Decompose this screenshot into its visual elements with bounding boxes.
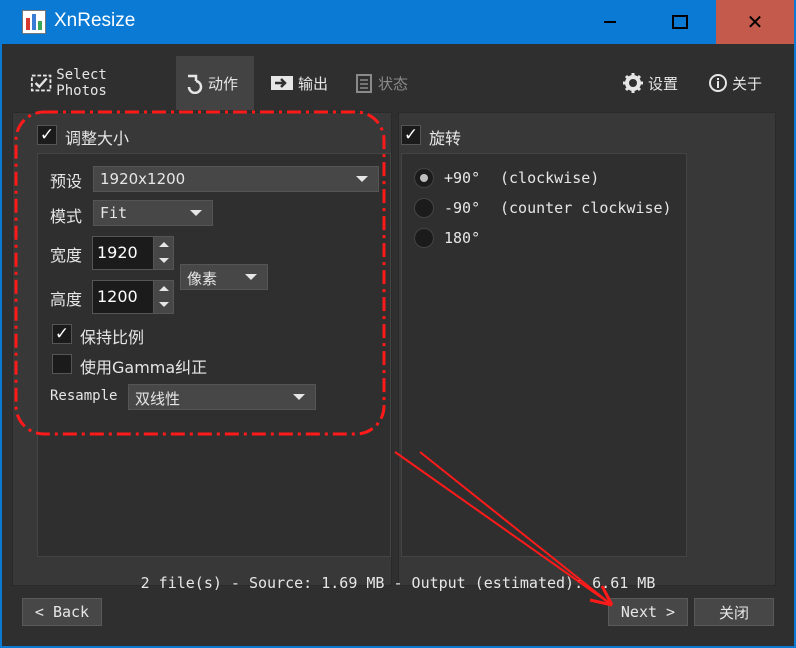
keep-ratio-checkbox[interactable] [52,324,72,344]
maximize-button[interactable] [645,0,715,44]
resize-header: 调整大小 [65,129,130,148]
tab-select-photos[interactable]: Select Photos [24,56,164,110]
settings-label: 设置 [648,74,679,93]
tab-action-label: 动作 [208,74,239,93]
status-summary: 2 file(s) - Source: 1.69 MB - Output (es… [140,574,656,592]
resample-value: 双线性 [135,390,181,408]
resize-panel: 调整大小 预设 1920x1200 模式 Fit 宽度 1920 [12,112,392,586]
preset-dropdown[interactable]: 1920x1200 [93,166,379,192]
chevron-down-icon [245,274,257,280]
width-value: 1920 [97,243,138,262]
rotate-180-angle: 180° [444,229,481,247]
about-label: 关于 [732,74,763,93]
height-decrement-button[interactable] [153,297,173,313]
width-increment-button[interactable] [153,237,173,253]
mode-label: 模式 [50,207,83,226]
tab-output-label: 输出 [298,74,329,93]
rotate-panel: 旋转 +90° (clockwise) -90° (counter clockw… [398,112,776,586]
tab-status-label: 状态 [378,74,409,93]
status-clipboard-icon [356,74,372,93]
chevron-down-icon [356,176,368,182]
tab-select-photos-label: Select Photos [56,67,107,99]
unit-dropdown[interactable]: 像素 [180,264,268,290]
close-window-button[interactable]: ✕ [716,0,794,44]
tab-status[interactable]: 状态 [348,56,420,110]
image-select-icon [30,74,52,92]
gamma-checkbox[interactable] [52,354,72,374]
width-stepper[interactable]: 1920 [92,236,174,270]
resize-options-box: 预设 1920x1200 模式 Fit 宽度 1920 像素 高度 1200 ✓… [37,153,391,557]
rotate-action-icon [187,74,203,94]
app-window: XnResize ✕ Select Photos 动作 输出 状态 设置 关于 … [0,0,796,648]
gear-icon [623,73,643,93]
height-value: 1200 [97,287,138,306]
xnresize-app-icon [22,10,46,34]
output-icon [271,76,293,90]
chevron-down-icon [293,394,305,400]
title-bar: XnResize ✕ [0,0,796,44]
height-stepper[interactable]: 1200 [92,280,174,314]
mode-value: Fit [100,204,128,222]
width-label: 宽度 [50,246,83,265]
rotate-180-radio[interactable] [414,228,434,248]
rotate-ccw-radio[interactable] [414,198,434,218]
rotate-cw-angle: +90° [444,169,481,187]
about-button[interactable]: 关于 [702,56,772,110]
main-area: Select Photos 动作 输出 状态 设置 关于 ✓ 调整大小 预设 1… [2,44,794,646]
preset-label: 预设 [50,172,83,191]
rotate-enable-checkbox[interactable] [401,125,421,145]
unit-value: 像素 [187,270,218,288]
keep-ratio-label: 保持比例 [80,328,145,347]
rotate-cw-desc: (clockwise) [500,169,600,187]
tab-output[interactable]: 输出 [264,56,336,110]
settings-button[interactable]: 设置 [616,56,686,110]
resize-enable-checkbox[interactable] [37,125,57,145]
resample-label: Resample [50,388,118,404]
rotate-ccw-angle: -90° [444,199,481,217]
preset-value: 1920x1200 [100,170,186,188]
close-icon: ✕ [746,10,764,34]
resample-dropdown[interactable]: 双线性 [128,384,316,410]
info-icon [709,74,727,92]
tab-action[interactable]: 动作 [176,56,254,110]
rotate-cw-radio[interactable] [414,168,434,188]
gamma-label: 使用Gamma纠正 [80,358,208,377]
back-button[interactable]: < Back [22,598,102,626]
width-decrement-button[interactable] [153,253,173,269]
height-increment-button[interactable] [153,281,173,297]
rotate-ccw-desc: (counter clockwise) [500,199,672,217]
rotate-options-box: +90° (clockwise) -90° (counter clockwise… [401,153,687,557]
close-dialog-button[interactable]: 关闭 [694,598,774,626]
next-button[interactable]: Next > [608,598,688,626]
window-title: XnResize [54,10,136,31]
minimize-button[interactable] [575,0,645,44]
chevron-down-icon [190,210,202,216]
rotate-header: 旋转 [429,129,462,148]
mode-dropdown[interactable]: Fit [93,200,213,226]
height-label: 高度 [50,290,83,309]
